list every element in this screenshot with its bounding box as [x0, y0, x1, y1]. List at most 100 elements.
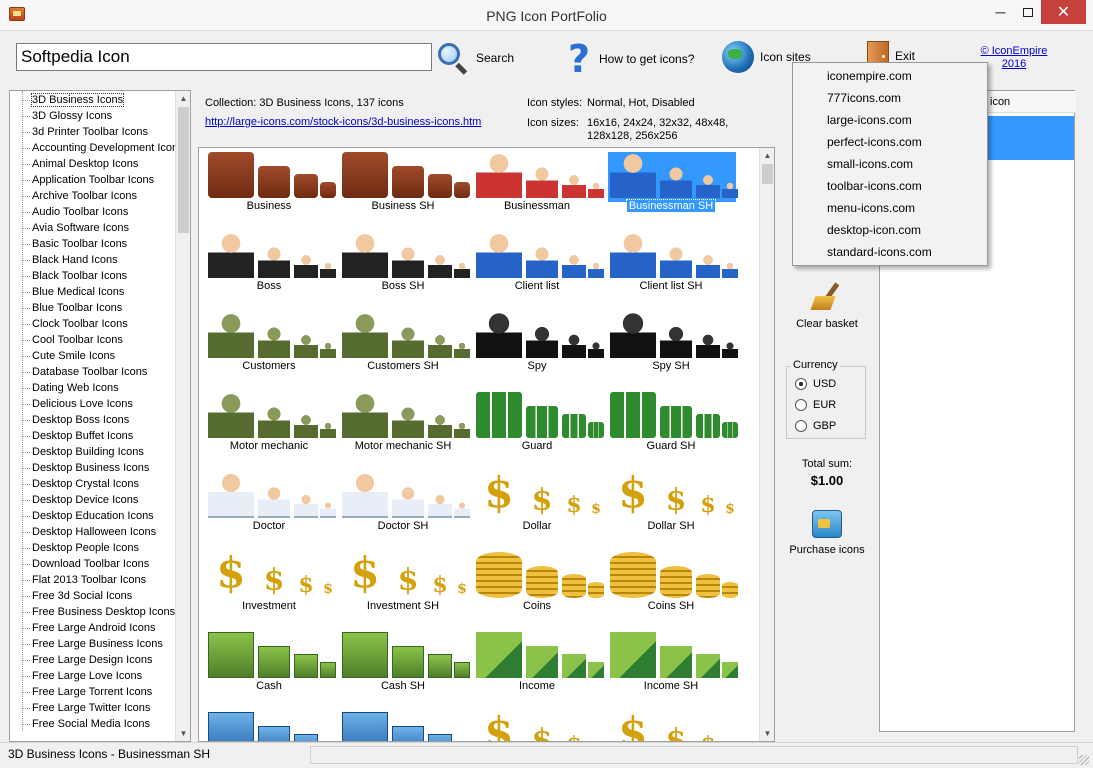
icon-site-menu-item[interactable]: standard-icons.com [827, 241, 977, 263]
tree-item[interactable]: Desktop Education Icons [22, 508, 182, 524]
icon-cell[interactable]: Cash [203, 630, 336, 706]
icon-site-menu-item[interactable]: 777icons.com [827, 87, 977, 109]
icon-site-menu-item[interactable]: small-icons.com [827, 153, 977, 175]
how-to-get-icons-button[interactable]: ? How to get icons? [565, 40, 694, 78]
tree-item[interactable]: Cool Toolbar Icons [22, 332, 182, 348]
icon-cell[interactable]: Motor mechanic [203, 390, 336, 466]
icon-cell[interactable]: Guard SH [605, 390, 738, 466]
icon-cell[interactable]: Business SH [337, 150, 470, 226]
icon-cell[interactable]: Boss SH [337, 230, 470, 306]
tree-scrollbar[interactable]: ▲ ▼ [175, 91, 190, 741]
collection-tree[interactable]: 3D Business Icons 3D Glossy Icons 3d Print… [9, 90, 191, 742]
tree-item[interactable]: Free Large Love Icons [22, 668, 182, 684]
radio-button[interactable] [795, 399, 807, 411]
tree-item[interactable]: Desktop People Icons [22, 540, 182, 556]
icon-cell[interactable] [203, 710, 335, 741]
tree-item[interactable]: Database Toolbar Icons [22, 364, 182, 380]
icon-cell[interactable]: $$$$ [471, 710, 603, 742]
tree-item[interactable]: 3d Printer Toolbar Icons [22, 124, 182, 140]
tree-item[interactable]: Free Large Torrent Icons [22, 684, 182, 700]
tree-item[interactable]: Clock Toolbar Icons [22, 316, 182, 332]
tree-item[interactable]: Desktop Crystal Icons [22, 476, 182, 492]
currency-option[interactable]: USD [795, 378, 836, 390]
search-button[interactable]: Search [436, 41, 514, 75]
icon-cell[interactable]: Motor mechanic SH [337, 390, 470, 466]
icon-cell[interactable]: Doctor SH [337, 470, 470, 546]
scroll-up-icon[interactable]: ▲ [176, 91, 190, 106]
tree-item[interactable]: Desktop Building Icons [22, 444, 182, 460]
radio-button[interactable] [795, 378, 807, 390]
tree-item[interactable]: Free Large Business Icons [22, 636, 182, 652]
resize-grip-icon[interactable] [1079, 755, 1089, 765]
tree-item[interactable]: Accounting Development Icons [22, 140, 182, 156]
icon-cell[interactable]: $$$$ [605, 710, 737, 742]
scroll-down-icon[interactable]: ▼ [176, 726, 190, 741]
minimize-button[interactable]: ─ [987, 0, 1014, 24]
icon-cell[interactable]: Spy SH [605, 310, 738, 386]
icon-cell[interactable]: Guard [471, 390, 604, 466]
tree-item[interactable]: Desktop Boss Icons [22, 412, 182, 428]
icon-grid[interactable]: Business Business SH Businessman Businessma… [198, 147, 775, 742]
clear-basket-button[interactable]: Clear basket [780, 282, 874, 330]
tree-item[interactable]: Desktop Halloween Icons [22, 524, 182, 540]
icon-cell[interactable]: Client list [471, 230, 604, 306]
icon-cell[interactable]: Cash SH [337, 630, 470, 706]
tree-item[interactable]: 3D Glossy Icons [22, 108, 182, 124]
icon-cell[interactable]: Doctor [203, 470, 336, 546]
icon-cell[interactable]: Coins SH [605, 550, 738, 626]
search-input[interactable] [16, 43, 432, 71]
icon-site-menu-item[interactable]: menu-icons.com [827, 197, 977, 219]
icon-cell[interactable]: Spy [471, 310, 604, 386]
tree-item[interactable]: Free Large Twitter Icons [22, 700, 182, 716]
icon-cell[interactable]: Client list SH [605, 230, 738, 306]
tree-item[interactable]: Desktop Device Icons [22, 492, 182, 508]
tree-item[interactable]: Audio Toolbar Icons [22, 204, 182, 220]
close-button[interactable]: ✕ [1041, 0, 1086, 24]
tree-item[interactable]: Free Business Desktop Icons [22, 604, 182, 620]
currency-option[interactable]: EUR [795, 399, 836, 411]
icon-cell[interactable]: $ $ $ $ Investment SH [337, 550, 469, 626]
icon-cell[interactable]: Coins [471, 550, 604, 626]
icon-site-menu-item[interactable]: iconempire.com [827, 65, 977, 87]
icon-cell[interactable]: Business [203, 150, 336, 226]
icon-cell[interactable]: Businessman [471, 150, 604, 226]
tree-item[interactable]: Cute Smile Icons [22, 348, 182, 364]
tree-item[interactable]: Flat 2013 Toolbar Icons [22, 572, 182, 588]
icon-cell[interactable]: Customers SH [337, 310, 470, 386]
scroll-up-icon[interactable]: ▲ [760, 148, 774, 163]
tree-item[interactable]: Free Large Design Icons [22, 652, 182, 668]
tree-item[interactable]: Free 3d Social Icons [22, 588, 182, 604]
icon-site-menu-item[interactable]: large-icons.com [827, 109, 977, 131]
icon-cell[interactable]: Income SH [605, 630, 738, 706]
tree-item[interactable]: Black Hand Icons [22, 252, 182, 268]
scroll-thumb[interactable] [762, 164, 773, 184]
tree-item[interactable]: Free Large Android Icons [22, 620, 182, 636]
icon-site-menu-item[interactable]: perfect-icons.com [827, 131, 977, 153]
icon-cell[interactable]: $ $ $ $ Dollar SH [605, 470, 737, 546]
grid-scrollbar[interactable]: ▲ ▼ [759, 148, 774, 741]
icon-cell[interactable]: $ $ $ $ Investment [203, 550, 335, 626]
tree-item[interactable]: Basic Toolbar Icons [22, 236, 182, 252]
tree-item[interactable]: Archive Toolbar Icons [22, 188, 182, 204]
copyright-link[interactable]: © IconEmpire 2016 [978, 45, 1050, 71]
icon-site-menu-item[interactable]: desktop-icon.com [827, 219, 977, 241]
tree-item[interactable]: Download Toolbar Icons [22, 556, 182, 572]
tree-item[interactable]: Delicious Love Icons [22, 396, 182, 412]
tree-item[interactable]: Animal Desktop Icons [22, 156, 182, 172]
maximize-button[interactable] [1014, 0, 1041, 24]
tree-item[interactable]: Desktop Business Icons [22, 460, 182, 476]
icon-cell[interactable]: Boss [203, 230, 336, 306]
icon-site-menu-item[interactable]: toolbar-icons.com [827, 175, 977, 197]
scroll-thumb[interactable] [178, 107, 189, 233]
tree-item[interactable]: Blue Medical Icons [22, 284, 182, 300]
tree-item[interactable]: Free Social Media Icons [22, 716, 182, 732]
tree-item[interactable]: Blue Toolbar Icons [22, 300, 182, 316]
icon-cell[interactable] [337, 710, 469, 741]
scroll-down-icon[interactable]: ▼ [760, 726, 774, 741]
tree-item[interactable]: 3D Business Icons [22, 92, 182, 108]
purchase-icons-button[interactable]: Purchase icons [780, 510, 874, 556]
tree-item[interactable]: Desktop Buffet Icons [22, 428, 182, 444]
currency-option[interactable]: GBP [795, 420, 836, 432]
tree-item[interactable]: Application Toolbar Icons [22, 172, 182, 188]
radio-button[interactable] [795, 420, 807, 432]
